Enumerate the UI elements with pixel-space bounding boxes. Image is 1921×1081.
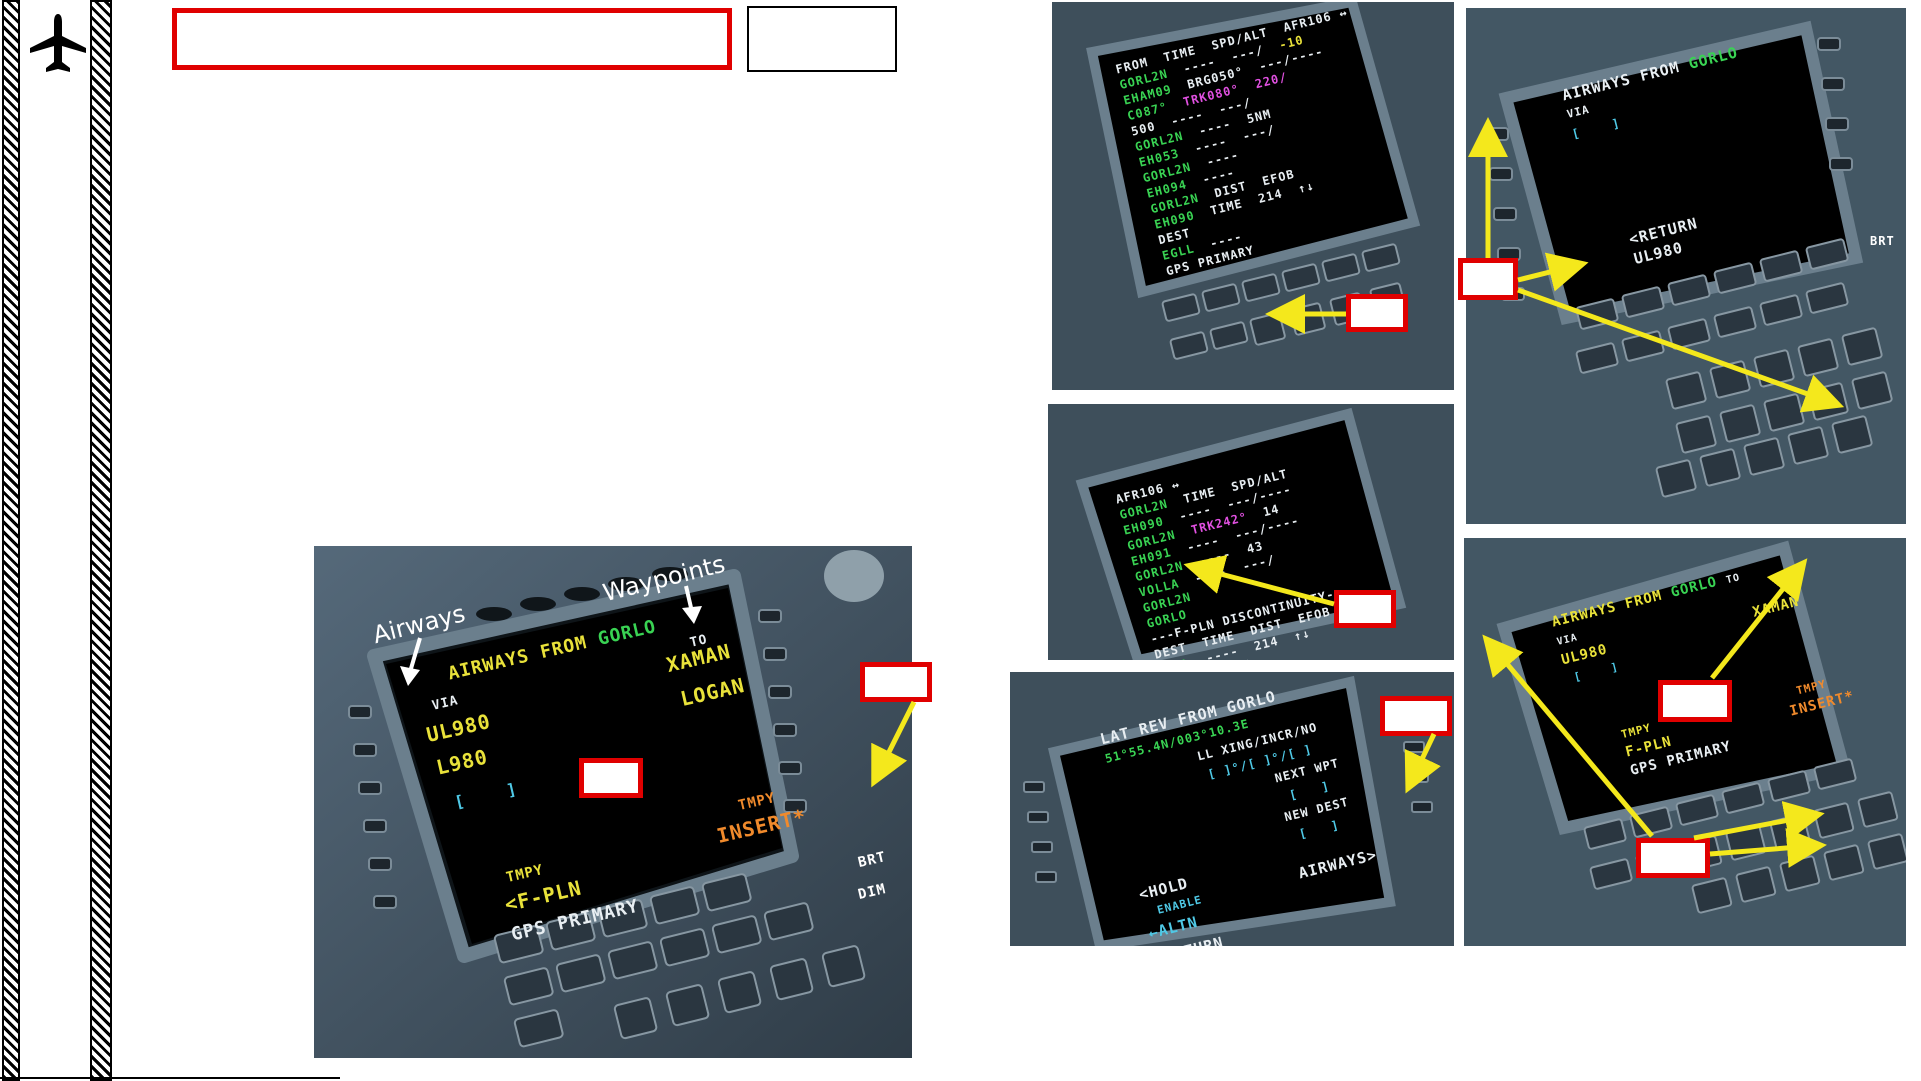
to-waypoint-1[interactable]: XAMAN xyxy=(664,639,733,677)
airways-selected-screenshot: AIRWAYS FROM GORLO TO VIA UL980XAMAN [ ]… xyxy=(1464,538,1906,946)
tr-brt-label[interactable]: BRT xyxy=(1870,234,1895,248)
via-label: VIA xyxy=(430,693,460,714)
via-airway-1[interactable]: UL980 xyxy=(424,709,493,747)
fpln-shot-callout xyxy=(1346,294,1408,332)
airplane-icon xyxy=(28,12,88,74)
main-lsk-callout xyxy=(860,662,932,702)
title-box xyxy=(172,8,732,70)
main-screen-callout xyxy=(579,758,643,798)
airways-selected-callout-2 xyxy=(1636,838,1710,878)
via-airway-2[interactable]: L980 xyxy=(434,744,490,779)
airways-empty-screenshot: AIRWAYS FROM GORLO VIA [ ] <RETURN UL980… xyxy=(1466,8,1906,524)
to-waypoint-2[interactable]: LOGAN xyxy=(678,673,747,711)
airways-selected-callout-1 xyxy=(1658,680,1732,722)
screen-title-waypoint: GORLO xyxy=(595,616,659,650)
via-empty-field[interactable]: [ ] xyxy=(453,779,519,812)
brt-key-label[interactable]: BRT xyxy=(857,849,888,871)
page-number-box xyxy=(747,6,897,72)
tmpy-left: TMPY xyxy=(504,861,546,887)
sidebar-hatched-border xyxy=(90,0,112,1081)
screen-title: AIRWAYS FROM xyxy=(446,632,590,685)
bottom-rule xyxy=(0,1077,340,1079)
mcdu-screen: AIRWAYS FROM GORLO VIA UL980 L980 [ ] TO… xyxy=(314,546,912,1058)
insert-prompt[interactable]: INSERT* xyxy=(714,804,808,848)
lat-rev-callout xyxy=(1380,696,1452,736)
left-hatched-border xyxy=(2,0,20,1081)
main-mcdu-screenshot: Airways Waypoints AIRWAYS FROM GORLO VIA… xyxy=(314,546,912,1058)
br-to-label: TO xyxy=(1725,572,1742,587)
dim-key-label[interactable]: DIM xyxy=(857,881,888,903)
airways-empty-callout xyxy=(1458,258,1518,300)
discontinuity-callout xyxy=(1334,590,1396,628)
